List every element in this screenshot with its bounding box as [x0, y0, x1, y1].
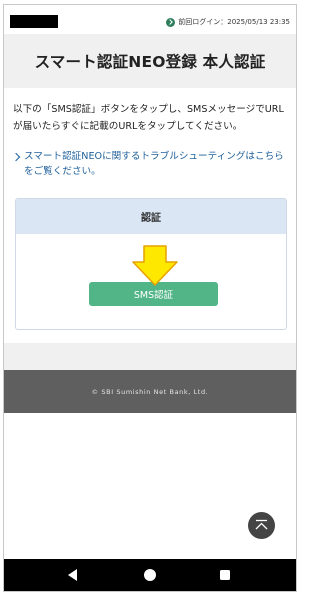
back-triangle-icon[interactable]: [68, 569, 77, 581]
scroll-to-top-button[interactable]: [248, 512, 275, 539]
redacted-name-block: [10, 15, 58, 28]
last-login-info: 前回ログイン：2025/05/13 23:35: [166, 17, 290, 27]
home-circle-icon[interactable]: [144, 569, 156, 581]
troubleshooting-link[interactable]: スマート認証NEOに関するトラブルシューティングはこちらをご覧ください。: [11, 149, 289, 179]
chevron-circle-icon: [166, 17, 176, 27]
footer-spacer: [4, 343, 296, 370]
instruction-text: 以下の「SMS認証」ボタンをタップし、SMSメッセージでURLが届いたらすぐに記…: [13, 104, 284, 132]
status-bar: 前回ログイン：2025/05/13 23:35: [4, 5, 296, 33]
last-login-text: 前回ログイン：2025/05/13 23:35: [178, 18, 290, 26]
page-title: スマート認証NEO登録 本人認証: [34, 53, 266, 71]
auth-card: 認証 SMS認証: [15, 198, 287, 330]
scroll-to-top-icon: [255, 519, 268, 530]
android-nav-bar: [4, 559, 296, 591]
copyright-text: © SBI Sumishin Net Bank, Ltd.: [91, 387, 209, 396]
phone-screen: 前回ログイン：2025/05/13 23:35 スマート認証NEO登録 本人認証…: [3, 4, 297, 592]
recent-apps-square-icon[interactable]: [220, 570, 230, 580]
troubleshooting-link-text[interactable]: スマート認証NEOに関するトラブルシューティングはこちらをご覧ください。: [24, 149, 289, 179]
down-arrow-icon: [132, 245, 178, 286]
chevron-right-icon: [11, 152, 21, 162]
title-band: スマート認証NEO登録 本人認証: [4, 34, 296, 88]
footer: © SBI Sumishin Net Bank, Ltd.: [4, 370, 296, 413]
auth-card-heading: 認証: [16, 199, 286, 234]
